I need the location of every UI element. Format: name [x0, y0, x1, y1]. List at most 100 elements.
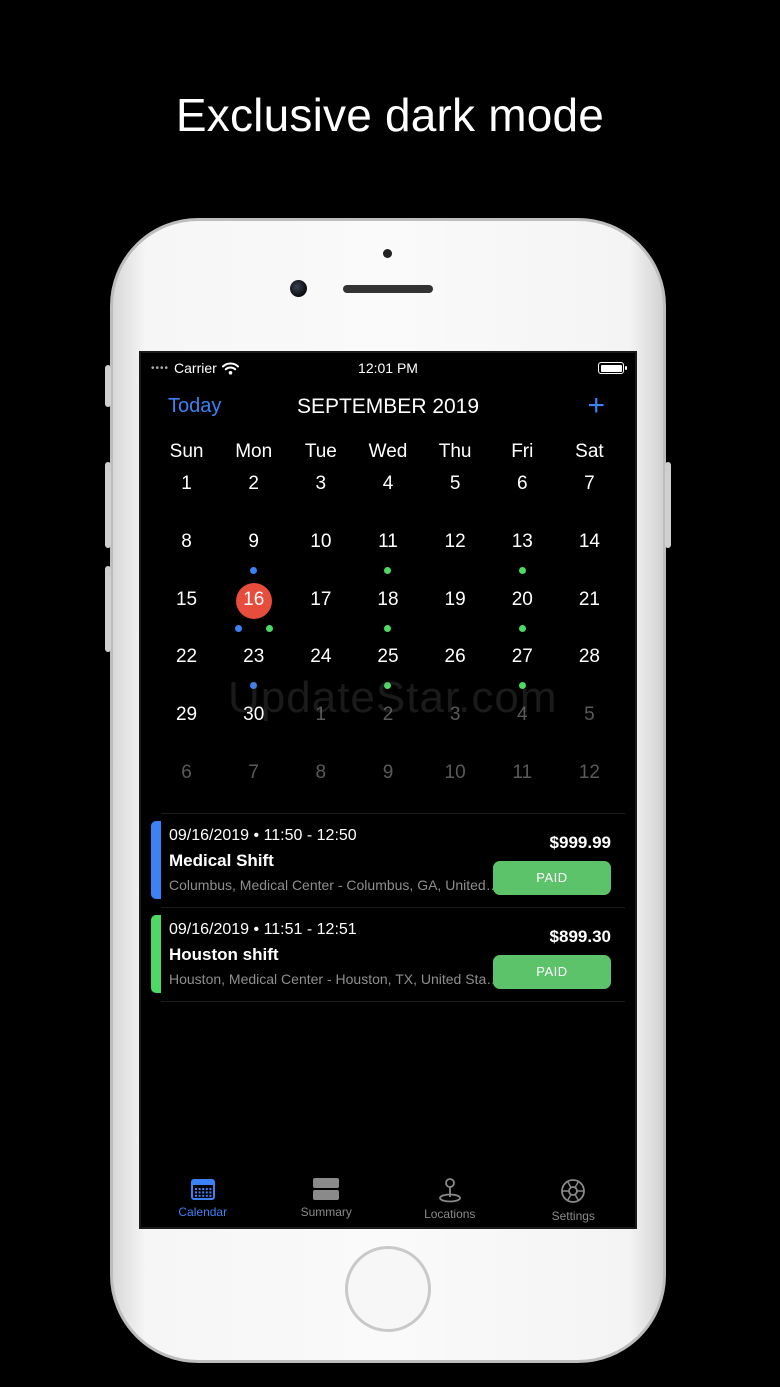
day-number: 15 — [175, 588, 198, 610]
gear-icon — [512, 1177, 636, 1205]
calendar-day[interactable]: 8 — [153, 529, 220, 587]
event-color-bar — [151, 821, 161, 899]
tab-locations[interactable]: Locations — [388, 1167, 512, 1227]
calendar-day[interactable]: 11 — [354, 529, 421, 587]
home-button[interactable] — [345, 1246, 431, 1332]
day-number: 2 — [248, 473, 259, 494]
event-dot — [384, 566, 392, 574]
tab-summary[interactable]: Summary — [265, 1167, 389, 1227]
calendar-day[interactable]: 10 — [287, 529, 354, 587]
event-title: Houston shift — [169, 945, 279, 964]
event-dot — [234, 624, 242, 632]
status-time: 12:01 PM — [358, 360, 418, 376]
paid-status-button[interactable]: PAID — [493, 861, 611, 895]
proximity-sensor — [383, 249, 392, 258]
calendar-day[interactable]: 4 — [354, 471, 421, 529]
calendar-day[interactable]: 10 — [422, 760, 489, 818]
event-indicator — [220, 682, 287, 690]
day-number: 6 — [516, 473, 528, 494]
calendar-day[interactable]: 22 — [153, 644, 220, 702]
day-number: 23 — [243, 646, 265, 668]
day-number: 3 — [449, 704, 461, 726]
calendar-day[interactable]: 13 — [489, 529, 556, 587]
event-datetime: 09/16/2019 • 11:50 - 12:50 — [169, 827, 357, 844]
calendar-day[interactable]: 1 — [153, 471, 220, 529]
calendar-day[interactable]: 6 — [489, 471, 556, 529]
day-number: 7 — [584, 473, 595, 494]
calendar-day[interactable]: 5 — [556, 702, 623, 760]
event-dot — [518, 682, 526, 690]
day-number: 14 — [578, 530, 600, 552]
day-number: 18 — [377, 588, 399, 610]
calendar-day[interactable]: 28 — [556, 644, 623, 702]
day-number: 10 — [444, 761, 466, 783]
calendar-day[interactable]: 12 — [422, 529, 489, 587]
calendar-day[interactable]: 11 — [489, 760, 556, 818]
calendar-day[interactable]: 29 — [153, 702, 220, 760]
calendar-day[interactable]: 17 — [287, 587, 354, 645]
day-number: 22 — [175, 646, 198, 668]
day-number: 5 — [449, 473, 461, 494]
day-number: 24 — [310, 646, 332, 668]
calendar-day[interactable]: 9 — [220, 529, 287, 587]
calendar-day[interactable]: 27 — [489, 644, 556, 702]
event-color-bar — [151, 915, 161, 993]
tab-settings[interactable]: Settings — [512, 1167, 636, 1227]
calendar-day[interactable]: 14 — [556, 529, 623, 587]
calendar-day[interactable]: 18 — [354, 587, 421, 645]
event-indicator — [489, 682, 556, 690]
status-bar: •••• Carrier 12:01 PM — [141, 353, 635, 383]
location-pin-icon — [388, 1177, 512, 1203]
battery-icon — [598, 362, 627, 374]
calendar-day[interactable]: 2 — [354, 702, 421, 760]
event-dot — [384, 682, 392, 690]
event-dot — [518, 566, 526, 574]
calendar-day[interactable]: 26 — [422, 644, 489, 702]
paid-status-button[interactable]: PAID — [493, 955, 611, 989]
day-number: 30 — [243, 704, 265, 726]
headline: Exclusive dark mode — [175, 89, 605, 141]
calendar-week-row: 1 2 3 4 5 6 7 — [153, 471, 623, 529]
calendar-day[interactable]: 1 — [287, 702, 354, 760]
day-number: 27 — [511, 646, 533, 668]
day-number: 10 — [310, 530, 332, 552]
day-number: 4 — [516, 704, 528, 726]
calendar-week-row: 15 16 17 18 19 20 21 — [153, 582, 623, 645]
calendar-day[interactable]: 15 — [153, 587, 220, 645]
calendar-day[interactable]: 30 — [220, 702, 287, 760]
event-indicator — [489, 566, 556, 574]
calendar-day[interactable]: 3 — [287, 471, 354, 529]
calendar-day[interactable]: 12 — [556, 760, 623, 818]
event-row[interactable]: 09/16/2019 • 11:50 - 12:50 Medical Shift… — [151, 819, 625, 905]
divider — [161, 907, 625, 908]
day-number: 7 — [248, 761, 259, 783]
calendar-day[interactable]: 8 — [287, 760, 354, 818]
calendar-day[interactable]: 6 — [153, 760, 220, 818]
event-row[interactable]: 09/16/2019 • 11:51 - 12:51 Houston shift… — [151, 913, 625, 999]
tab-calendar[interactable]: Calendar — [141, 1167, 265, 1227]
event-dot — [384, 624, 392, 632]
calendar-day[interactable]: 23 — [220, 644, 287, 702]
day-number: 17 — [310, 588, 332, 610]
day-number: 9 — [248, 530, 259, 552]
day-number: 29 — [175, 704, 198, 726]
calendar-day-today[interactable]: 16 — [220, 582, 287, 645]
add-event-button[interactable]: + — [587, 389, 605, 423]
calendar-day[interactable]: 5 — [422, 471, 489, 529]
calendar-day[interactable]: 3 — [422, 702, 489, 760]
tab-bar: Calendar Summary Locations Settings — [141, 1167, 636, 1227]
calendar-day[interactable]: 9 — [354, 760, 421, 818]
calendar-day[interactable]: 7 — [220, 760, 287, 818]
calendar-day[interactable]: 2 — [220, 471, 287, 529]
calendar-day[interactable]: 24 — [287, 644, 354, 702]
calendar-day[interactable]: 19 — [422, 587, 489, 645]
day-number: 28 — [578, 646, 600, 668]
day-number: 3 — [315, 473, 327, 494]
calendar-day[interactable]: 20 — [489, 587, 556, 645]
day-number: 12 — [578, 761, 600, 783]
volume-up-button — [105, 462, 111, 548]
calendar-day[interactable]: 7 — [556, 471, 623, 529]
calendar-day[interactable]: 25 — [354, 644, 421, 702]
calendar-day[interactable]: 4 — [489, 702, 556, 760]
calendar-day[interactable]: 21 — [556, 587, 623, 645]
